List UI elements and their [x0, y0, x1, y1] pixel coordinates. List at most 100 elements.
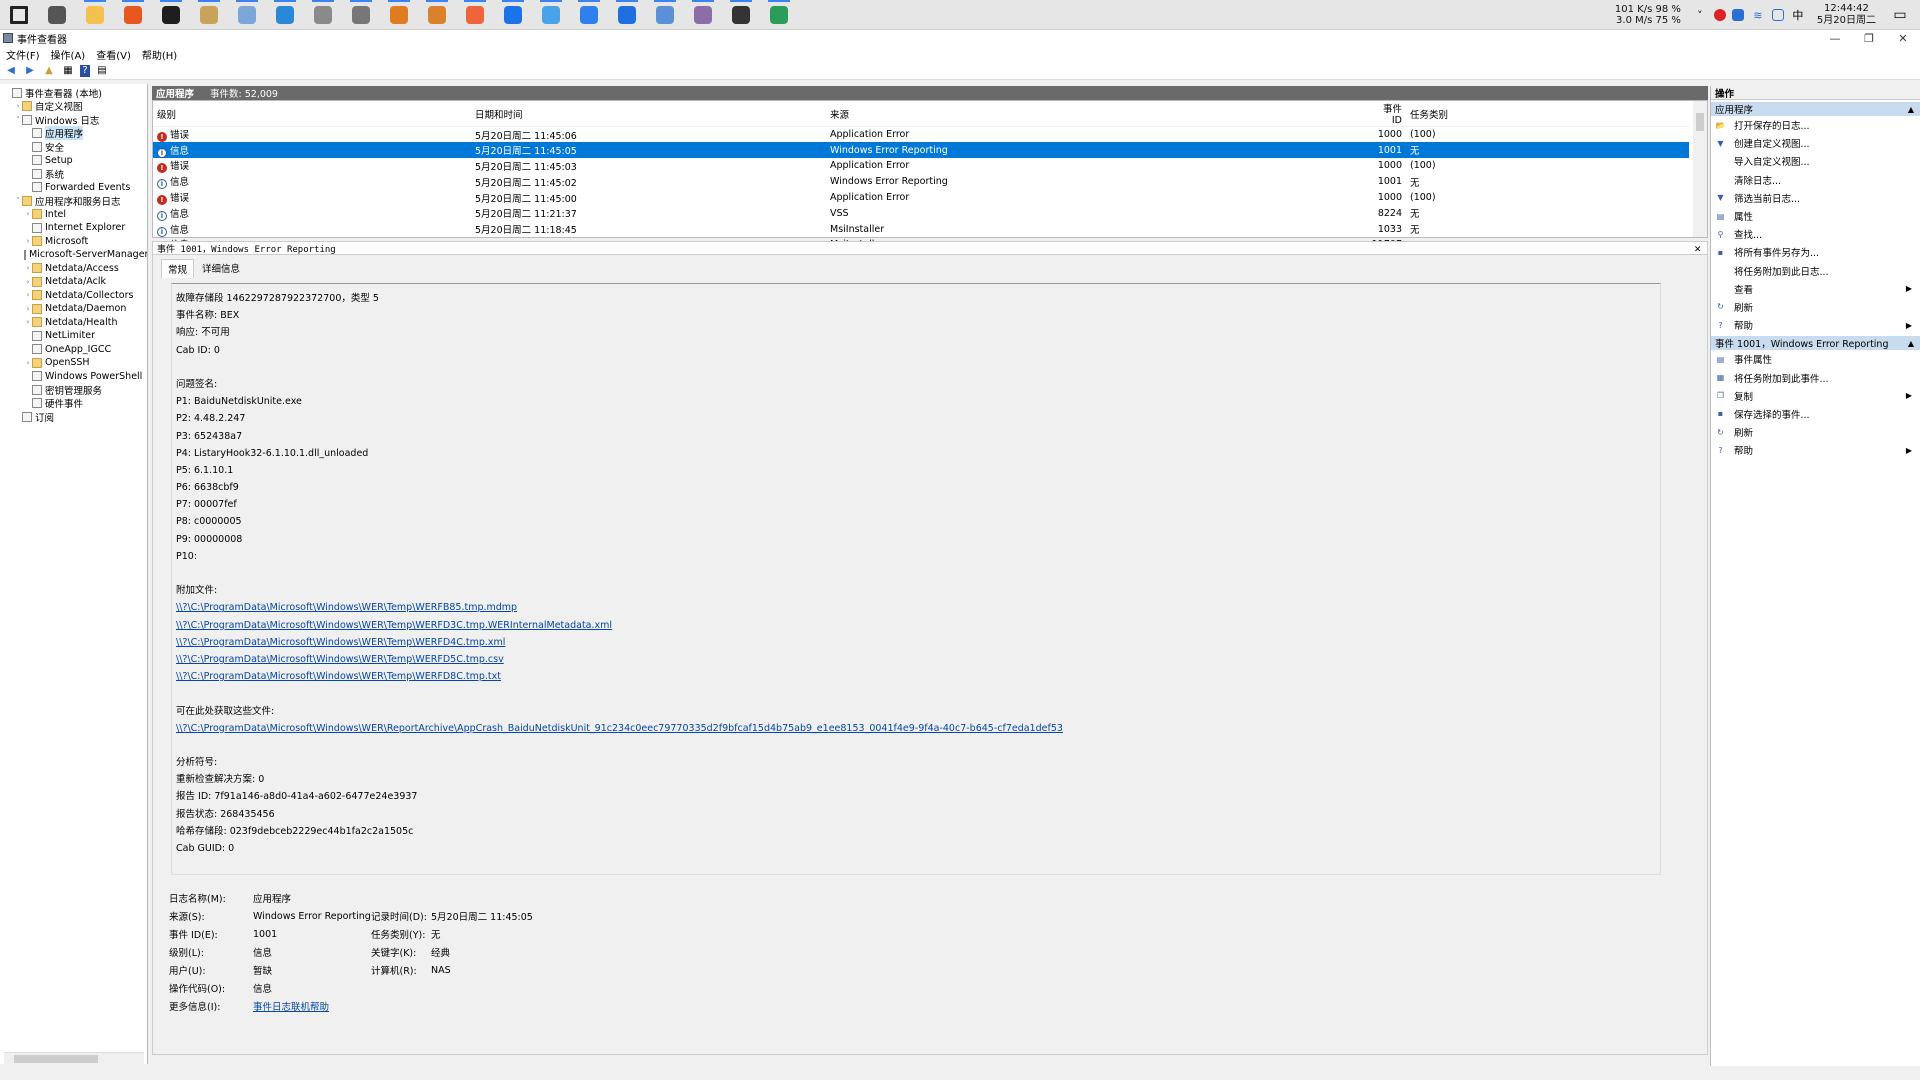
action-item[interactable]: ▪ 保存选择的事件...	[1711, 405, 1920, 423]
up-folder-icon[interactable]: ▲	[42, 65, 56, 77]
network-app-icon[interactable]	[646, 0, 684, 30]
tree-item[interactable]: 应用程序	[0, 126, 147, 141]
file-explorer-icon[interactable]	[76, 0, 114, 30]
ime-indicator[interactable]: 中	[1790, 7, 1806, 23]
event-row[interactable]: i 信息 5月20日周二 11:18:45 MsiInstaller 1033 无	[153, 221, 1689, 237]
tree-item[interactable]: 事件查看器 (本地)	[0, 86, 147, 100]
tray-app-square-icon[interactable]	[1771, 9, 1784, 21]
action-item[interactable]: 清除日志...	[1711, 171, 1920, 189]
finder-icon[interactable]	[380, 0, 418, 30]
start-icon[interactable]	[0, 0, 38, 30]
tree-item[interactable]: 安全	[0, 140, 147, 154]
expand-arrow-icon[interactable]: ›	[24, 359, 32, 367]
event-row[interactable]: ! 错误 5月20日周二 11:45:00 Application Error 1000…	[153, 190, 1689, 206]
tree-item[interactable]: › Intel	[0, 208, 147, 222]
action-item[interactable]: 将任务附加到此日志...	[1711, 262, 1920, 280]
tree-item[interactable]: ˅ 应用程序和服务日志	[0, 194, 147, 208]
help-icon[interactable]: ?	[80, 64, 90, 77]
expand-arrow-icon[interactable]: ˅	[14, 197, 22, 205]
file-path-link[interactable]: \\?\C:\ProgramData\Microsoft\Windows\WER…	[176, 720, 1656, 737]
close-detail-icon[interactable]: ✕	[1694, 242, 1701, 255]
vscode-icon[interactable]	[570, 0, 608, 30]
actions-group-event[interactable]: 事件 1001，Windows Error Reporting ▲	[1711, 336, 1920, 351]
forward-arrow-icon[interactable]: ▶	[23, 65, 37, 77]
show-tree-icon[interactable]: ▦	[61, 65, 75, 77]
expand-arrow-icon[interactable]: ›	[24, 237, 32, 245]
action-item[interactable]: ↻ 刷新	[1711, 298, 1920, 316]
tree-item[interactable]: Internet Explorer	[0, 221, 147, 235]
cloud-app-icon[interactable]	[532, 0, 570, 30]
tree-item[interactable]: OneApp_IGCC	[0, 343, 147, 357]
action-item[interactable]: ▤ 属性	[1711, 207, 1920, 225]
menu-file[interactable]: 文件(F)	[6, 47, 40, 62]
tree-item[interactable]: › Netdata/Collectors	[0, 289, 147, 303]
tree-item[interactable]: 密钥管理服务	[0, 383, 147, 397]
col-task-category[interactable]: 任务类别	[1406, 101, 1689, 127]
notification-icon[interactable]: ▭	[1890, 5, 1910, 25]
action-item[interactable]: ❐ 复制 ▶	[1711, 387, 1920, 405]
disk-icon[interactable]	[342, 0, 380, 30]
taskbar-clock[interactable]: 12:44:42 5月20日周二	[1817, 3, 1876, 27]
terminal-icon[interactable]	[152, 0, 190, 30]
tree-item[interactable]: 订阅	[0, 410, 147, 424]
expand-arrow-icon[interactable]: ›	[24, 318, 32, 326]
clock-app-icon[interactable]	[190, 0, 228, 30]
action-item[interactable]: ▤ 事件属性	[1711, 350, 1920, 368]
expand-arrow-icon[interactable]: ›	[24, 278, 32, 286]
action-item[interactable]: ▼ 创建自定义视图...	[1711, 134, 1920, 152]
tray-app-blue-icon[interactable]	[1731, 9, 1744, 21]
tray-chevron-icon[interactable]: ˅	[1692, 7, 1708, 23]
action-item[interactable]: 📂 打开保存的日志...	[1711, 116, 1920, 134]
tab-general[interactable]: 常规	[161, 259, 195, 278]
expand-arrow-icon[interactable]: ›	[24, 291, 32, 299]
action-item[interactable]: 导入自定义视图...	[1711, 152, 1920, 170]
tray-network-icon[interactable]: ≋	[1750, 7, 1766, 23]
show-actions-icon[interactable]: ▤	[95, 65, 109, 77]
tree-item[interactable]: Forwarded Events	[0, 181, 147, 195]
file-path-link[interactable]: \\?\C:\ProgramData\Microsoft\Windows\WER…	[176, 651, 1656, 668]
expand-arrow-icon[interactable]: ›	[14, 102, 22, 110]
magnifier-icon[interactable]	[760, 0, 798, 30]
tree-item[interactable]: › 自定义视图	[0, 100, 147, 113]
tray-app-red-icon[interactable]	[1713, 9, 1726, 21]
tree-item[interactable]: NetLimiter	[0, 329, 147, 343]
note-app-icon[interactable]	[456, 0, 494, 30]
firefox-icon[interactable]	[114, 0, 152, 30]
minimize-button[interactable]: —	[1818, 30, 1852, 46]
tab-details[interactable]: 详细信息	[196, 259, 246, 278]
expand-arrow-icon[interactable]: ›	[24, 264, 32, 272]
restore-button[interactable]: ❐	[1852, 30, 1886, 46]
col-level[interactable]: 级别	[153, 101, 471, 127]
tree-item[interactable]: ˅ Windows 日志	[0, 113, 147, 127]
file-path-link[interactable]: \\?\C:\ProgramData\Microsoft\Windows\WER…	[176, 634, 1656, 651]
action-item[interactable]: ▦ 将任务附加到此事件...	[1711, 368, 1920, 386]
power-app-icon[interactable]	[418, 0, 456, 30]
expand-arrow-icon[interactable]: ›	[24, 305, 32, 313]
event-row[interactable]: i 信息 5月20日周二 11:45:05 Windows Error Reporti…	[153, 142, 1689, 159]
event-list-scrollbar[interactable]	[1693, 101, 1707, 237]
tree-item[interactable]: 系统	[0, 167, 147, 181]
tree-item[interactable]: 硬件事件	[0, 397, 147, 410]
tree-horizontal-scrollbar[interactable]	[4, 1052, 144, 1064]
action-item[interactable]: ? 帮助 ▶	[1711, 316, 1920, 334]
file-path-link[interactable]: \\?\C:\ProgramData\Microsoft\Windows\WER…	[176, 599, 1656, 616]
tree-item[interactable]: › Netdata/Access	[0, 262, 147, 276]
file-path-link[interactable]: \\?\C:\ProgramData\Microsoft\Windows\WER…	[176, 668, 1656, 685]
col-datetime[interactable]: 日期和时间	[471, 101, 826, 127]
mail-icon[interactable]	[304, 0, 342, 30]
tree-item[interactable]: › Netdata/Daemon	[0, 302, 147, 316]
tree-item[interactable]: › Netdata/Health	[0, 316, 147, 330]
event-row[interactable]: ! 错误 5月20日周二 11:45:03 Application Error 1000…	[153, 158, 1689, 174]
store-icon[interactable]	[266, 0, 304, 30]
collapse-icon[interactable]: ▲	[1908, 339, 1914, 348]
online-help-link[interactable]: 事件日志联机帮助	[253, 999, 329, 1013]
tree-item[interactable]: › Microsoft	[0, 235, 147, 249]
action-item[interactable]: ▪ 将所有事件另存为...	[1711, 243, 1920, 261]
menu-help[interactable]: 帮助(H)	[142, 47, 177, 62]
event-row[interactable]: i 信息 5月20日周二 11:45:02 Windows Error Reporti…	[153, 174, 1689, 190]
action-item[interactable]: ▼ 筛选当前日志...	[1711, 189, 1920, 207]
event-row[interactable]: ! 错误 5月20日周二 11:45:06 Application Error 1000…	[153, 127, 1689, 143]
back-arrow-icon[interactable]: ◀	[4, 65, 18, 77]
calendar-app-icon[interactable]	[608, 0, 646, 30]
action-item[interactable]: 查看 ▶	[1711, 280, 1920, 298]
